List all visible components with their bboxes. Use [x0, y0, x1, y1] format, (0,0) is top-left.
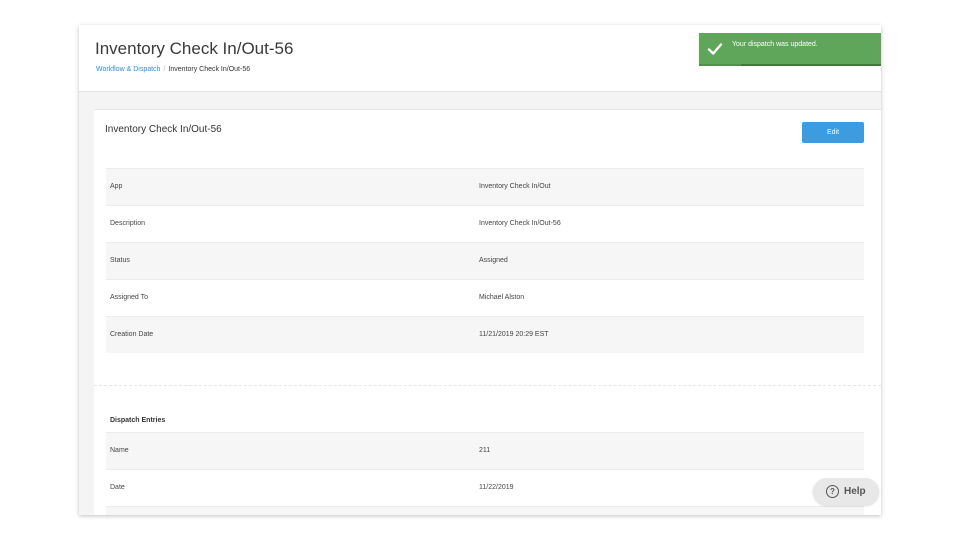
entry-row-date: Date 11/22/2019: [106, 469, 864, 506]
detail-label: Description: [110, 220, 146, 227]
detail-label: Assigned To: [110, 294, 149, 301]
entry-label: Name: [110, 447, 129, 454]
success-toast[interactable]: Your dispatch was updated.: [699, 33, 881, 66]
page-title: Inventory Check In/Out-56: [95, 39, 294, 58]
detail-row-app: App Inventory Check In/Out: [106, 168, 864, 205]
entry-row-partial: [106, 506, 864, 515]
section-divider: [94, 385, 881, 386]
help-button[interactable]: ? Help: [813, 478, 879, 505]
toast-progress-fill: [740, 64, 881, 66]
breadcrumb-link-workflow-dispatch[interactable]: Workflow & Dispatch: [96, 66, 160, 73]
detail-label: App: [110, 183, 123, 190]
detail-row-creation-date: Creation Date 11/21/2019 20:29 EST: [106, 316, 864, 353]
detail-row-status: Status Assigned: [106, 242, 864, 279]
dispatch-entries-title: Dispatch Entries: [110, 417, 166, 424]
app-window: Inventory Check In/Out-56 Workflow & Dis…: [79, 25, 881, 515]
detail-value: Assigned: [479, 257, 508, 264]
breadcrumb-separator: /: [163, 66, 166, 73]
checkmark-icon: [707, 43, 723, 55]
detail-value: Inventory Check In/Out-56: [479, 220, 561, 227]
entry-value: 11/22/2019: [479, 484, 514, 491]
entry-label: Date: [110, 484, 125, 491]
detail-row-assigned-to: Assigned To Michael Alston: [106, 279, 864, 316]
toast-progress-bar: [699, 64, 881, 66]
dispatch-detail-card: Inventory Check In/Out-56 Edit App Inven…: [94, 109, 881, 515]
breadcrumb-current: Inventory Check In/Out-56: [168, 66, 251, 73]
details-table: App Inventory Check In/Out Description I…: [106, 168, 864, 353]
entry-value: 211: [479, 447, 491, 454]
detail-value: Inventory Check In/Out: [479, 183, 551, 190]
entry-row-name: Name 211: [106, 432, 864, 469]
dispatch-entries-table: Name 211 Date 11/22/2019: [106, 432, 864, 515]
question-circle-icon: ?: [826, 485, 839, 498]
detail-label: Creation Date: [110, 331, 154, 338]
detail-value: Michael Alston: [479, 294, 525, 301]
detail-row-description: Description Inventory Check In/Out-56: [106, 205, 864, 242]
help-label: Help: [844, 486, 866, 497]
card-title: Inventory Check In/Out-56: [105, 124, 222, 135]
toast-message: Your dispatch was updated.: [732, 41, 818, 48]
detail-value: 11/21/2019 20:29 EST: [479, 331, 549, 338]
detail-label: Status: [110, 257, 130, 264]
edit-button[interactable]: Edit: [802, 122, 864, 143]
breadcrumb: Workflow & Dispatch / Inventory Check In/O…: [96, 66, 250, 73]
